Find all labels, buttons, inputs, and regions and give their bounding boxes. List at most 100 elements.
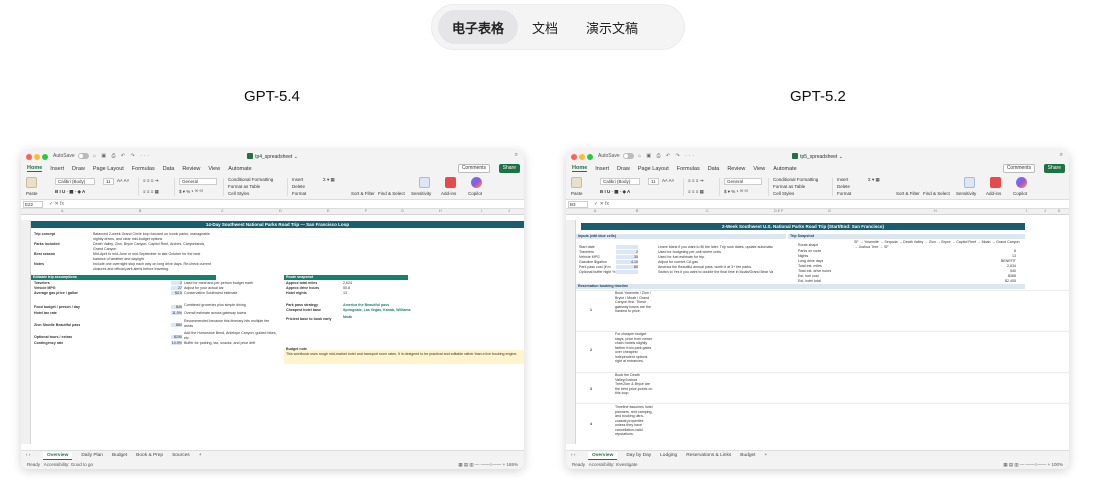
input-cell-start-date[interactable]	[616, 245, 638, 249]
tab-spreadsheet[interactable]: 电子表格	[438, 10, 519, 44]
assumption-value[interactable]: 2	[171, 281, 182, 286]
input-cell-buffer-night[interactable]	[616, 270, 638, 274]
paste-icon[interactable]	[26, 177, 37, 188]
assumption-value[interactable]: $45	[171, 305, 182, 310]
search-icon[interactable]: ⌕	[515, 152, 518, 159]
menu-automate[interactable]: Automate	[228, 166, 252, 172]
font-style-icons[interactable]: B I U · ▦ · ◈ A	[600, 189, 630, 195]
font-name-select[interactable]: Calibri (Body)	[55, 178, 95, 185]
name-box[interactable]: B3	[568, 201, 588, 208]
menu-insert[interactable]: Insert	[595, 166, 609, 172]
format-cells-button[interactable]: Format	[292, 191, 306, 196]
comments-button[interactable]: Comments	[1002, 164, 1035, 173]
cell-styles-button[interactable]: Cell Styles	[773, 191, 794, 196]
sensitivity-button[interactable]: Sensitivity	[956, 191, 976, 196]
conditional-formatting-button[interactable]: Conditional Formatting	[773, 177, 818, 182]
add-sheet-icon[interactable]: +	[765, 453, 768, 458]
font-style-icons[interactable]: B I U · ▦ · ◈ A	[55, 189, 85, 195]
menu-data[interactable]: Data	[163, 166, 175, 172]
align-bottom-icons[interactable]: ≡ ≡ ≡ ▦	[688, 189, 704, 195]
align-top-icons[interactable]: ≡ ≡ ≡ ⇥	[688, 178, 703, 184]
number-format-icons[interactable]: $ ▾ % ⁹ ⁰⁰ ⁰⁰	[179, 189, 203, 195]
copilot-button[interactable]: Copilot	[468, 191, 482, 196]
menu-formulas[interactable]: Formulas	[132, 166, 155, 172]
input-value[interactable]: 30	[616, 255, 638, 260]
sheet-tab-daily-plan[interactable]: Daily Plan	[81, 453, 103, 458]
format-as-table-button[interactable]: Format as Table	[228, 184, 260, 189]
copilot-button[interactable]: Copilot	[1013, 191, 1027, 196]
autosum-icon[interactable]: Σ ▾ ▦	[323, 177, 335, 183]
sheet-tab-overview[interactable]: Overview	[43, 451, 73, 460]
input-value[interactable]: 4.10	[616, 260, 638, 265]
menu-home[interactable]: Home	[572, 165, 588, 172]
align-top-icons[interactable]: ≡ ≡ ≡ ⇥	[143, 178, 158, 184]
assumption-value[interactable]: $250	[171, 335, 182, 340]
view-icons[interactable]: ▦ ▤ ▥ — ——○—— +	[458, 462, 506, 467]
font-size-select[interactable]: 11	[648, 178, 659, 185]
autosum-icon[interactable]: Σ ▾ ▦	[868, 177, 880, 183]
delete-cells-button[interactable]: Delete	[292, 184, 305, 189]
assumption-value[interactable]: 10.0%	[171, 341, 182, 346]
font-size-select[interactable]: 11	[103, 178, 114, 185]
sensitivity-icon[interactable]	[419, 177, 430, 188]
zoom-level[interactable]: 165%	[506, 462, 518, 467]
share-button[interactable]: Share	[1043, 164, 1065, 173]
font-grow-icon[interactable]: A˄ A˅	[662, 178, 674, 183]
number-format-select[interactable]: General	[179, 178, 217, 185]
accessibility-status[interactable]: Accessibility: Good to go	[44, 462, 93, 467]
accessibility-status[interactable]: Accessibility: Investigate	[589, 462, 638, 467]
sheet-tab-reservations-links[interactable]: Reservations & Links	[686, 453, 731, 458]
cell-styles-button[interactable]: Cell Styles	[228, 191, 249, 196]
input-value[interactable]: 2	[616, 250, 638, 255]
menu-page-layout[interactable]: Page Layout	[638, 166, 669, 172]
view-icons[interactable]: ▦ ▤ ▥ — ——○—— +	[1003, 462, 1051, 467]
add-ins-icon[interactable]	[445, 177, 456, 188]
add-ins-icon[interactable]	[990, 177, 1001, 188]
sensitivity-icon[interactable]	[964, 177, 975, 188]
format-cells-button[interactable]: Format	[837, 191, 851, 196]
menu-review[interactable]: Review	[727, 166, 745, 172]
sort-filter-button[interactable]: Sort & Filter	[896, 191, 920, 196]
menu-review[interactable]: Review	[182, 166, 200, 172]
menu-draw[interactable]: Draw	[617, 166, 630, 172]
insert-cells-button[interactable]: Insert	[292, 177, 303, 182]
input-value[interactable]: 80	[616, 265, 638, 270]
sort-filter-button[interactable]: Sort & Filter	[351, 191, 375, 196]
sheet-nav-icon[interactable]: ‹ ›	[571, 453, 576, 458]
menu-home[interactable]: Home	[27, 165, 43, 172]
paste-icon[interactable]	[571, 177, 582, 188]
format-as-table-button[interactable]: Format as Table	[773, 184, 805, 189]
assumption-value[interactable]: $80	[171, 323, 182, 328]
fx-icon[interactable]: ✓ ✕ fx	[49, 201, 64, 207]
share-button[interactable]: Share	[498, 164, 520, 173]
find-select-button[interactable]: Find & Select	[378, 191, 405, 196]
find-select-button[interactable]: Find & Select	[923, 191, 950, 196]
copilot-icon[interactable]	[1016, 177, 1027, 188]
delete-cells-button[interactable]: Delete	[837, 184, 850, 189]
font-name-select[interactable]: Calibri (Body)	[600, 178, 640, 185]
add-ins-button[interactable]: Add-ins	[441, 191, 456, 196]
menu-insert[interactable]: Insert	[50, 166, 64, 172]
comments-button[interactable]: Comments	[457, 164, 490, 173]
sheet-tab-book-prep[interactable]: Book & Prep	[136, 453, 163, 458]
zoom-level[interactable]: 100%	[1051, 462, 1063, 467]
menu-automate[interactable]: Automate	[773, 166, 797, 172]
menu-view[interactable]: View	[753, 166, 765, 172]
align-bottom-icons[interactable]: ≡ ≡ ≡ ▦	[143, 189, 159, 195]
add-sheet-icon[interactable]: +	[199, 453, 202, 458]
search-icon[interactable]: ⌕	[1060, 152, 1063, 159]
number-format-select[interactable]: General	[724, 178, 762, 185]
tab-presentation[interactable]: 演示文稿	[572, 10, 652, 44]
number-format-icons[interactable]: $ ▾ % ⁹ ⁰⁰ ⁰⁰	[724, 189, 748, 195]
sheet-tab-day-by-day[interactable]: Day by Day	[626, 453, 651, 458]
tab-document[interactable]: 文档	[518, 10, 572, 44]
copilot-icon[interactable]	[471, 177, 482, 188]
assumption-value[interactable]: 11.0%	[171, 311, 182, 316]
sensitivity-button[interactable]: Sensitivity	[411, 191, 431, 196]
sheet-tab-overview[interactable]: Overview	[588, 451, 618, 460]
sheet-nav-icon[interactable]: ‹ ›	[26, 453, 31, 458]
menu-formulas[interactable]: Formulas	[677, 166, 700, 172]
conditional-formatting-button[interactable]: Conditional Formatting	[228, 177, 273, 182]
worksheet-grid-right[interactable]: 2-Week Southwest U.S. National Parks Roa…	[576, 220, 1069, 444]
add-ins-button[interactable]: Add-ins	[986, 191, 1001, 196]
